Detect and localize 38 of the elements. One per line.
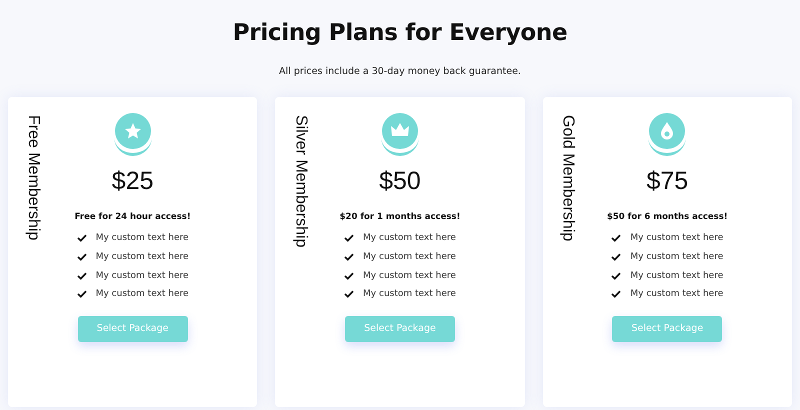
feature-text: My custom text here [96,233,189,244]
page-title: Pricing Plans for Everyone [232,20,568,46]
feature-text: My custom text here [630,252,724,262]
feature-text: My custom text here [363,289,456,300]
feature-text: My custom text here [363,233,456,244]
access-note: Free for 24 hour access! [74,212,191,222]
check-icon [76,290,87,298]
check-icon [611,272,622,280]
select-package-button[interactable]: Select Package [344,316,455,342]
feature-text: My custom text here [96,270,189,281]
check-icon [611,253,622,262]
feature-text: My custom text here [630,289,724,300]
check-icon [344,253,354,262]
feature-text: My custom text here [363,252,456,262]
plan-price: $75 [646,167,688,196]
plan-price: $25 [112,167,154,196]
access-note: $20 for 1 months access! [340,212,460,222]
feature-text: My custom text here [96,252,189,262]
feature-text: My custom text here [96,289,189,300]
check-icon [76,253,87,262]
check-icon [76,234,87,242]
feature-text: My custom text here [630,233,724,244]
plan-price: $50 [379,167,421,196]
plan-name: Gold Membership [558,114,577,244]
check-icon [344,290,354,298]
plan-name: Free Membership [24,114,42,242]
check-icon [611,234,622,242]
access-note: $50 for 6 months access! [606,212,728,222]
plan-name: Silver Membership [291,114,310,250]
feature-text: My custom text here [630,270,724,281]
check-icon [611,290,622,298]
select-package-button[interactable]: Select Package [612,316,722,342]
select-package-button[interactable]: Select Package [78,316,188,342]
check-icon [76,272,87,280]
page-subtitle: All prices include a 30-day money back guarantee. [278,66,522,77]
feature-text: My custom text here [363,270,456,281]
check-icon [344,272,354,280]
check-icon [344,234,354,242]
